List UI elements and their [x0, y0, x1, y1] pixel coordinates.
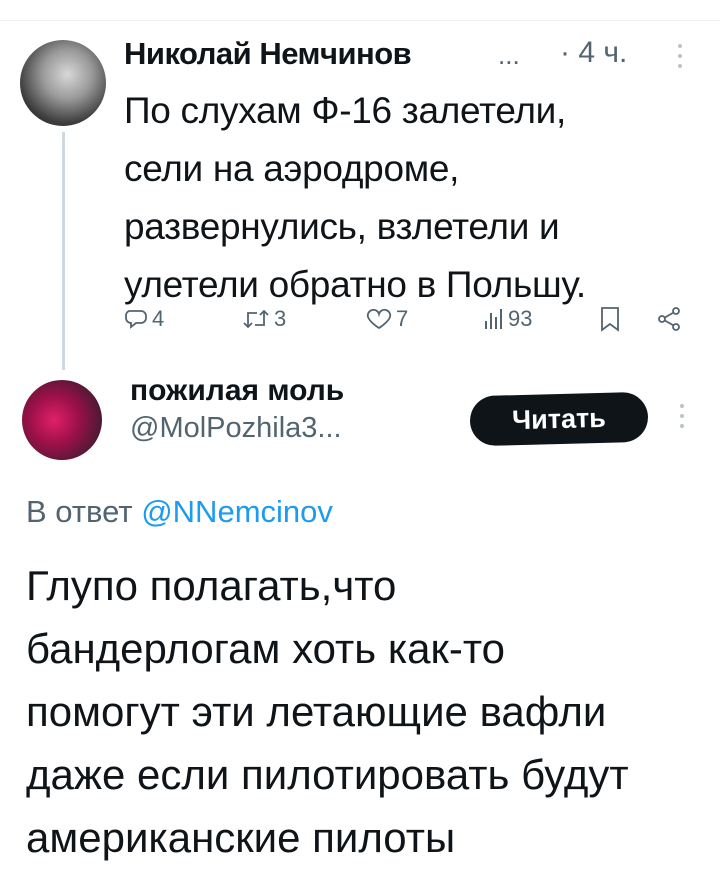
- reply-prefix: В ответ: [26, 494, 133, 529]
- share-button[interactable]: [656, 306, 682, 332]
- like-count: 7: [396, 306, 409, 331]
- share-icon: [658, 307, 680, 331]
- bookmark-icon: [601, 307, 619, 332]
- retweet-icon: [243, 309, 269, 329]
- retweet-count: 3: [274, 306, 287, 331]
- author-name[interactable]: пожилая моль: [130, 374, 344, 408]
- thread-line: [62, 132, 65, 370]
- like-button[interactable]: 7: [366, 306, 408, 332]
- more-icon[interactable]: [679, 404, 685, 428]
- like-icon: [366, 308, 392, 330]
- reply-handle-link[interactable]: @NNemcinov: [141, 494, 333, 529]
- views-button[interactable]: 93: [484, 306, 532, 332]
- views-icon: [485, 309, 502, 329]
- avatar[interactable]: [20, 40, 106, 126]
- reply-button[interactable]: 4: [124, 306, 164, 332]
- more-icon[interactable]: [677, 44, 683, 68]
- top-divider: [0, 20, 720, 21]
- name-ellipsis: ...: [498, 40, 520, 70]
- avatar[interactable]: [22, 380, 102, 460]
- author-name[interactable]: Николай Немчинов: [124, 36, 412, 72]
- reply-text: Глупо полагать,что бандерлогам хоть как-…: [26, 562, 629, 861]
- reply-icon: [125, 310, 147, 329]
- retweet-button[interactable]: 3: [242, 306, 286, 332]
- tweet-text: По слухам Ф-16 залетели, сели на аэродро…: [124, 90, 586, 305]
- timestamp[interactable]: · 4 ч.: [560, 36, 627, 70]
- author-handle[interactable]: @MolPozhila3...: [130, 412, 342, 445]
- bookmark-button[interactable]: [600, 306, 620, 332]
- views-count: 93: [508, 306, 533, 331]
- reply-context: В ответ @NNemcinov: [26, 494, 333, 530]
- reply-count: 4: [152, 306, 165, 331]
- follow-button[interactable]: Читать: [469, 391, 649, 447]
